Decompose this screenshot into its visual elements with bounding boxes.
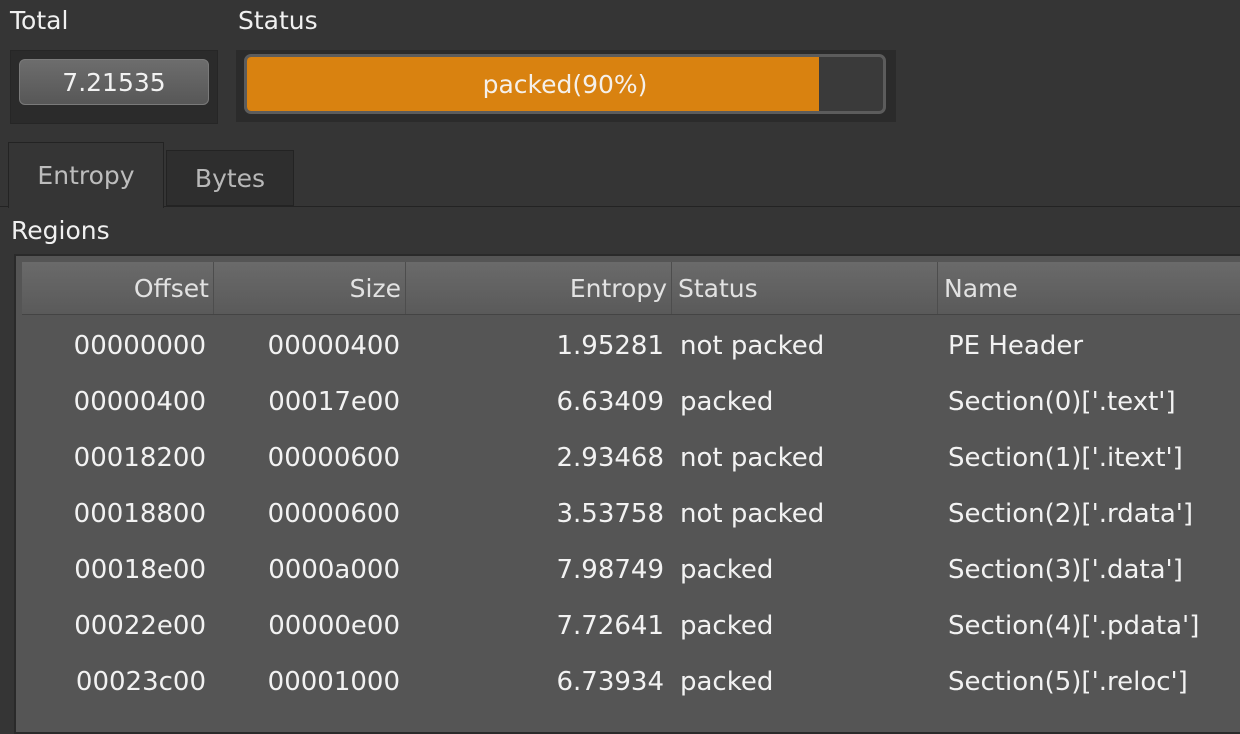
cell-name: Section(2)['.rdata'] xyxy=(948,499,1194,529)
packed-progress-bar: packed(90%) xyxy=(244,54,886,114)
cell-name: Section(3)['.data'] xyxy=(948,555,1183,585)
regions-table: Offset Size Entropy Status Name 00000000… xyxy=(14,254,1240,734)
cell-offset: 00023c00 xyxy=(75,667,206,697)
cell-name: Section(1)['.itext'] xyxy=(948,443,1183,473)
column-header-name[interactable]: Name xyxy=(938,262,1240,314)
cell-name: Section(5)['.reloc'] xyxy=(948,667,1188,697)
status-panel: packed(90%) xyxy=(236,50,896,122)
tab-bar: Entropy Bytes xyxy=(0,140,1240,208)
cell-entropy: 7.72641 xyxy=(556,611,664,641)
cell-offset: 00018800 xyxy=(73,499,206,529)
cell-size: 00000600 xyxy=(267,443,400,473)
column-header-entropy[interactable]: Entropy xyxy=(406,262,672,314)
cell-status: not packed xyxy=(680,499,825,529)
cell-status: packed xyxy=(680,555,774,585)
table-row[interactable]: 00022e00 00000e00 7.72641 packed Section… xyxy=(22,598,1240,654)
cell-status: not packed xyxy=(680,443,825,473)
cell-status: packed xyxy=(680,611,774,641)
cell-offset: 00000000 xyxy=(73,331,206,361)
progress-text: packed(90%) xyxy=(482,69,648,99)
cell-name: PE Header xyxy=(948,331,1084,361)
cell-entropy: 3.53758 xyxy=(556,499,664,529)
column-header-offset[interactable]: Offset xyxy=(22,262,214,314)
table-row[interactable]: 00000000 00000400 1.95281 not packed PE … xyxy=(22,318,1240,374)
cell-size: 00017e00 xyxy=(268,387,400,417)
tab-entropy[interactable]: Entropy xyxy=(8,142,164,208)
table-body: 00000000 00000400 1.95281 not packed PE … xyxy=(22,318,1240,710)
cell-status: not packed xyxy=(680,331,825,361)
cell-size: 00000e00 xyxy=(268,611,400,641)
cell-status: packed xyxy=(680,387,774,417)
table-row[interactable]: 00000400 00017e00 6.63409 packed Section… xyxy=(22,374,1240,430)
cell-size: 00001000 xyxy=(267,667,400,697)
cell-status: packed xyxy=(680,667,774,697)
table-header: Offset Size Entropy Status Name xyxy=(22,262,1240,315)
cell-offset: 00018200 xyxy=(73,443,206,473)
cell-entropy: 1.95281 xyxy=(556,331,664,361)
table-row[interactable]: 00018800 00000600 3.53758 not packed Sec… xyxy=(22,486,1240,542)
cell-offset: 00022e00 xyxy=(74,611,206,641)
regions-label: Regions xyxy=(11,216,110,245)
cell-name: Section(4)['.pdata'] xyxy=(948,611,1200,641)
cell-size: 00000600 xyxy=(267,499,400,529)
total-label: Total xyxy=(10,6,69,35)
cell-entropy: 6.73934 xyxy=(556,667,664,697)
table-row[interactable]: 00023c00 00001000 6.73934 packed Section… xyxy=(22,654,1240,710)
cell-size: 0000a000 xyxy=(268,555,400,585)
cell-entropy: 7.98749 xyxy=(556,555,664,585)
tab-bytes[interactable]: Bytes xyxy=(166,150,294,206)
cell-offset: 00000400 xyxy=(73,387,206,417)
cell-entropy: 6.63409 xyxy=(556,387,664,417)
cell-name: Section(0)['.text'] xyxy=(948,387,1176,417)
column-header-status[interactable]: Status xyxy=(672,262,938,314)
total-entropy-value: 7.21535 xyxy=(19,59,209,105)
table-row[interactable]: 00018200 00000600 2.93468 not packed Sec… xyxy=(22,430,1240,486)
cell-size: 00000400 xyxy=(267,331,400,361)
table-row[interactable]: 00018e00 0000a000 7.98749 packed Section… xyxy=(22,542,1240,598)
tab-divider xyxy=(0,206,1240,207)
cell-offset: 00018e00 xyxy=(74,555,206,585)
column-header-size[interactable]: Size xyxy=(214,262,406,314)
status-label: Status xyxy=(238,6,318,35)
cell-entropy: 2.93468 xyxy=(556,443,664,473)
total-panel: 7.21535 xyxy=(10,50,218,124)
